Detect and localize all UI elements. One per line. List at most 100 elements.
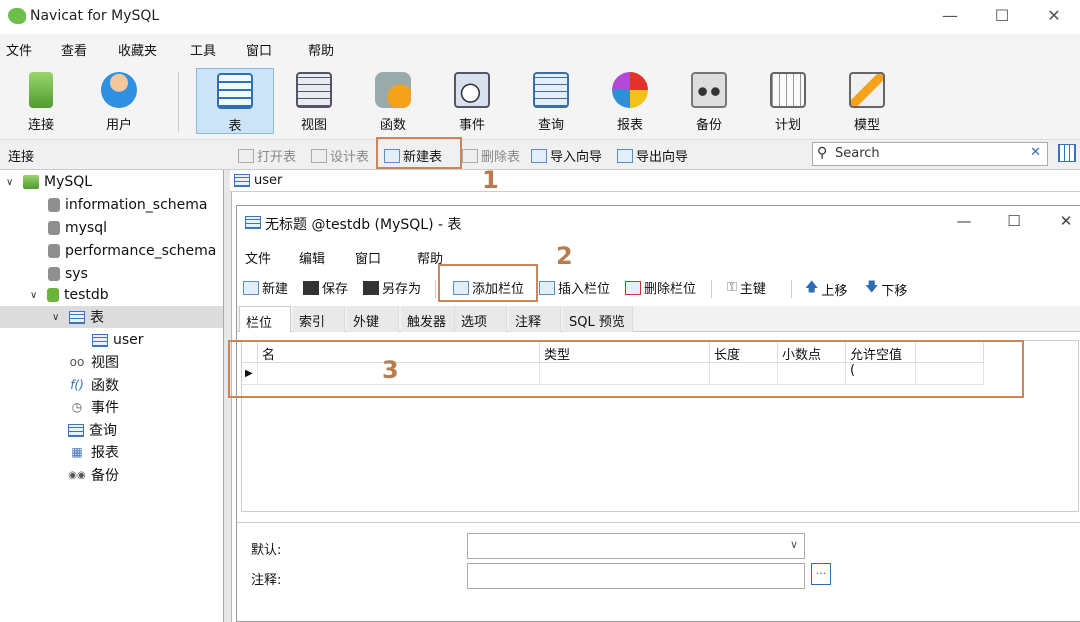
toolbar-backup-button[interactable]: 备份 <box>670 68 748 134</box>
designer-close-button[interactable]: ✕ <box>1051 212 1080 230</box>
tree-db-information-schema[interactable]: information_schema <box>48 194 208 216</box>
delete-table-button[interactable]: 删除表 <box>462 146 520 165</box>
menu-help[interactable]: 帮助 <box>308 40 334 59</box>
title-bar: Navicat for MySQL — ☐ ✕ <box>0 0 1080 34</box>
new-button[interactable]: 新建 <box>243 278 288 297</box>
tree-db-mysql[interactable]: mysql <box>48 217 107 239</box>
database-open-icon <box>47 288 59 302</box>
default-select[interactable]: ∨ <box>467 533 805 559</box>
delete-field-button[interactable]: 删除栏位 <box>625 278 696 297</box>
tab-user[interactable]: user <box>234 173 282 188</box>
designer-maximize-button[interactable]: ☐ <box>999 212 1029 230</box>
toolbar-report-button[interactable]: 报表 <box>591 68 669 134</box>
tab-triggers[interactable]: 触发器 <box>401 306 455 332</box>
designer-menu-window[interactable]: 窗口 <box>355 248 381 267</box>
designer-tabs: 栏位 索引 外键 触发器 选项 注释 SQL 预览 <box>237 306 1080 332</box>
designer-menu-file[interactable]: 文件 <box>245 248 271 267</box>
tree-db-sys[interactable]: sys <box>48 263 88 285</box>
plug-icon <box>29 72 53 108</box>
save-as-button[interactable]: 另存为 <box>363 278 421 297</box>
primary-key-button[interactable]: ⚿ 主键 <box>727 278 766 297</box>
grid-view-icon[interactable] <box>1058 144 1076 162</box>
toolbar-view-button[interactable]: 视图 <box>275 68 353 134</box>
tab-options[interactable]: 选项 <box>455 306 507 332</box>
query-icon <box>533 72 569 108</box>
comment-input[interactable] <box>467 563 805 589</box>
menu-favorites[interactable]: 收藏夹 <box>118 40 157 59</box>
new-icon <box>243 280 259 295</box>
event-icon: ◷ <box>71 400 83 414</box>
toolbar-table-button[interactable]: 表 <box>196 68 274 134</box>
chevron-down-icon[interactable]: ∨ <box>6 177 18 188</box>
navicat-logo-icon <box>8 8 26 24</box>
connection-section-label: 连接 <box>8 150 35 165</box>
table-designer-window: 无标题 @testdb (MySQL) - 表 — ☐ ✕ 文件 编辑 窗口 帮… <box>236 205 1080 622</box>
minimize-button[interactable]: — <box>930 6 970 25</box>
toolbar-schedule-button[interactable]: 计划 <box>749 68 827 134</box>
tree-table-user[interactable]: user <box>92 329 144 351</box>
search-field[interactable]: ⚲ Search ✕ <box>812 142 1048 166</box>
tree-group-reports[interactable]: ▦ 报表 <box>68 441 119 463</box>
annotation-box-1 <box>376 137 462 169</box>
tree-group-views[interactable]: oo 视图 <box>68 351 119 373</box>
save-button[interactable]: 保存 <box>303 278 348 297</box>
designer-minimize-button[interactable]: — <box>949 212 979 230</box>
tab-foreign-keys[interactable]: 外键 <box>347 306 399 332</box>
tab-indexes[interactable]: 索引 <box>293 306 345 332</box>
export-wizard-button[interactable]: 导出向导 <box>617 146 688 165</box>
table-icon <box>234 174 250 187</box>
delete-field-icon <box>625 280 641 295</box>
insert-field-button[interactable]: 插入栏位 <box>539 278 610 297</box>
database-icon <box>48 221 60 235</box>
toolbar-model-button[interactable]: 模型 <box>828 68 906 134</box>
chevron-down-icon[interactable]: ∨ <box>52 312 64 323</box>
menu-window[interactable]: 窗口 <box>246 40 272 59</box>
designer-toolbar: 新建 保存 另存为 添加栏位 插入栏位 删除栏位 ⚿ 主键 🡅 上移 🡇 下移 <box>237 272 1080 302</box>
tree-group-functions[interactable]: f() 函数 <box>68 374 119 396</box>
tree-db-testdb[interactable]: ∨ testdb <box>30 284 109 306</box>
toolbar-function-button[interactable]: 函数 <box>354 68 432 134</box>
designer-menu-edit[interactable]: 编辑 <box>299 248 325 267</box>
database-icon <box>48 244 60 258</box>
table-icon <box>217 73 253 109</box>
connection-icon <box>23 175 39 189</box>
tree-db-performance-schema[interactable]: performance_schema <box>48 240 216 262</box>
toolbar-event-button[interactable]: 事件 <box>433 68 511 134</box>
object-tabstrip: user <box>230 170 1080 192</box>
tree-group-events[interactable]: ◷ 事件 <box>68 396 119 418</box>
toolbar-connect-button[interactable]: 连接 <box>2 68 80 134</box>
chevron-down-icon[interactable]: ∨ <box>30 290 42 301</box>
menu-view[interactable]: 查看 <box>61 40 87 59</box>
design-table-button[interactable]: 设计表 <box>311 146 369 165</box>
search-placeholder: Search <box>835 146 880 161</box>
toolbar-separator <box>435 280 436 298</box>
menu-file[interactable]: 文件 <box>6 40 32 59</box>
menu-tools[interactable]: 工具 <box>190 40 216 59</box>
maximize-button[interactable]: ☐ <box>982 6 1022 25</box>
toolbar-user-button[interactable]: 用户 <box>80 68 158 134</box>
open-table-button[interactable]: 打开表 <box>238 146 296 165</box>
save-icon <box>303 280 319 295</box>
move-down-button[interactable]: 🡇 下移 <box>865 278 907 300</box>
close-button[interactable]: ✕ <box>1034 6 1074 25</box>
annotation-number-2: 2 <box>556 242 573 270</box>
model-icon <box>849 72 885 108</box>
tree-group-queries[interactable]: 查询 <box>68 419 117 441</box>
connection-tree: ∨ MySQL information_schema mysql perform… <box>0 170 224 622</box>
annotation-box-2 <box>438 264 538 302</box>
delete-table-icon <box>462 148 478 163</box>
tree-group-backups[interactable]: ◉◉ 备份 <box>68 464 119 486</box>
toolbar-query-button[interactable]: 查询 <box>512 68 590 134</box>
tab-sql-preview[interactable]: SQL 预览 <box>563 306 633 332</box>
tab-comment[interactable]: 注释 <box>509 306 561 332</box>
insert-field-icon <box>539 280 555 295</box>
tree-connection-mysql[interactable]: ∨ MySQL <box>6 171 92 193</box>
app-title: Navicat for MySQL <box>30 8 160 24</box>
move-up-button[interactable]: 🡅 上移 <box>805 278 847 300</box>
import-wizard-button[interactable]: 导入向导 <box>531 146 602 165</box>
comment-expand-button[interactable]: ... <box>811 563 831 585</box>
tree-table-group[interactable]: ∨ 表 <box>0 306 223 328</box>
tab-fields[interactable]: 栏位 <box>239 306 291 332</box>
arrow-up-icon: 🡅 <box>805 280 819 295</box>
clear-search-icon[interactable]: ✕ <box>1030 145 1041 160</box>
